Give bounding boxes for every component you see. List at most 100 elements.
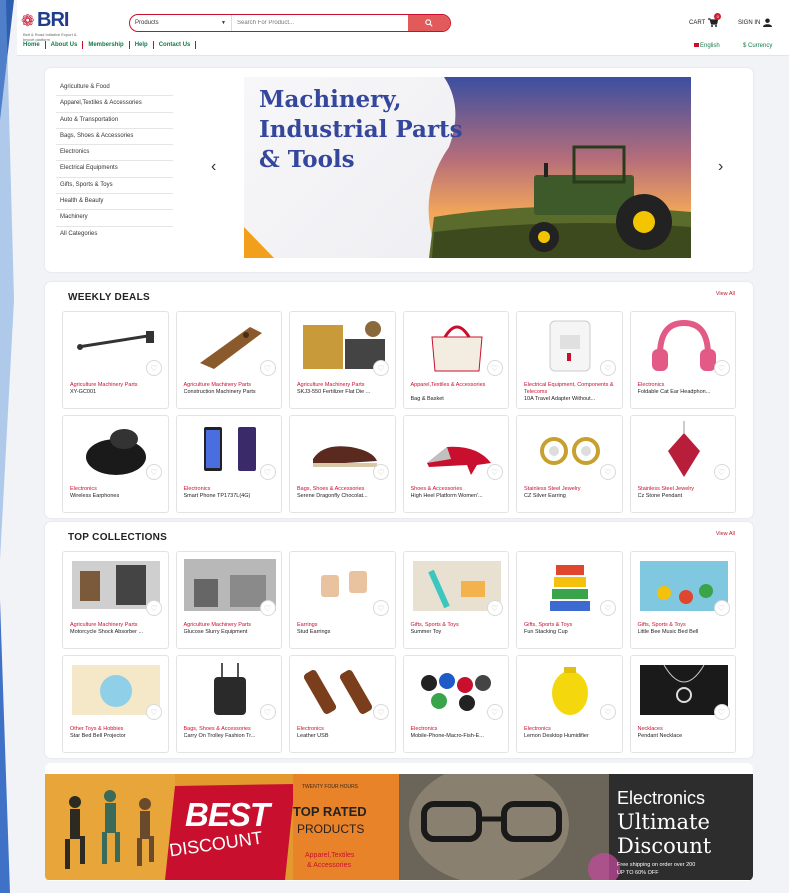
category-item[interactable]: Agriculture & Food [56, 80, 173, 97]
hero-section: Agriculture & Food Apparel,Textiles & Ac… [45, 68, 753, 272]
currency-selector[interactable]: $ Currency [743, 43, 772, 49]
brand-logo[interactable]: ❁ BRI Belt & Road Initiative Export & Im… [21, 9, 85, 42]
heart-icon[interactable]: ♡ [600, 464, 616, 480]
heart-icon[interactable]: ♡ [373, 464, 389, 480]
product-name: XY-GC001 [70, 389, 97, 395]
heart-icon[interactable]: ♡ [713, 600, 730, 616]
heart-icon[interactable]: ♡ [146, 464, 162, 480]
product-card[interactable]: ♡ Gifts, Sports & Toys Little Bee Music Be… [629, 551, 736, 649]
heart-icon[interactable]: ♡ [146, 600, 162, 616]
product-name: Leather USB [297, 733, 329, 739]
heart-icon[interactable]: ♡ [259, 600, 276, 616]
product-category: Agriculture Machinery Parts [70, 622, 138, 628]
carousel-next-arrow[interactable]: › [718, 158, 723, 176]
product-card[interactable]: ♡ Electronics Mobile-Phone-Macro-Fish-E... [402, 655, 509, 753]
product-card[interactable]: ♡ Electronics Lemon Desktop Humidifier [516, 655, 623, 753]
product-card[interactable]: ♡ Gifts, Sports & Toys Summer Toy [402, 551, 509, 649]
nav-membership[interactable]: Membership [83, 41, 130, 49]
nav-contact-us[interactable]: Contact Us [154, 41, 197, 49]
heart-icon[interactable]: ♡ [373, 360, 389, 376]
heart-icon[interactable]: ♡ [486, 704, 503, 720]
product-name: Fun Stacking Cup [524, 629, 568, 635]
product-grid: ♡ Agriculture Machinery Parts XY-GC001 ♡ Agr… [62, 311, 738, 513]
product-category: Agriculture Machinery Parts [183, 622, 252, 628]
nav-about-us[interactable]: About Us [46, 41, 84, 49]
product-card[interactable]: ♡ Other Toys & Hobbies Star Bed Bell Proje… [62, 655, 169, 753]
heart-icon[interactable]: ♡ [713, 704, 730, 720]
product-category: Electronics [183, 486, 211, 492]
product-card[interactable]: ♡ Agriculture Machinery Parts Motorcycle S… [62, 551, 169, 649]
nav-help[interactable]: Help [130, 41, 154, 49]
product-card[interactable]: ♡ Electronics Leather USB [289, 655, 396, 753]
product-category: Bags, Shoes & Accessories [183, 726, 251, 732]
search-input[interactable] [232, 15, 408, 31]
category-item[interactable]: Bags, Shoes & Accessories [56, 129, 173, 146]
product-name: Cz Stone Pendant [637, 493, 683, 499]
category-item[interactable]: Health & Beauty [56, 194, 173, 211]
product-card[interactable]: ♡ Electrical Equipment, Components & Tele… [516, 311, 623, 409]
view-all-link[interactable]: View All [716, 291, 735, 297]
best-discount-banner[interactable]: BEST DISCOUNT TWENTY FOUR HOURS TOP RATE… [45, 774, 399, 880]
product-category: Necklaces [637, 726, 663, 732]
heart-icon[interactable]: ♡ [146, 704, 162, 720]
carousel-prev-arrow[interactable]: ‹ [211, 158, 216, 176]
category-item[interactable]: Machinery [56, 210, 173, 227]
electronics-discount-banner[interactable]: Electronics Ultimate Discount Free shipp… [399, 774, 753, 880]
product-card[interactable]: ♡ Bags, Shoes & Accessories Carry On Troll… [175, 655, 282, 753]
category-item[interactable]: All Categories [56, 227, 173, 243]
product-card[interactable]: ♡ Agriculture Machinery Parts XY-GC001 [62, 311, 169, 409]
heart-icon[interactable]: ♡ [259, 704, 276, 720]
product-name: Smart Phone TP1737L(4G) [183, 493, 251, 499]
product-name: Serene Dragonfly Chocolat... [297, 493, 368, 499]
site-header: ❁ BRI Belt & Road Initiative Export & Im… [17, 0, 789, 56]
product-category: Stainless Steel Jewelry [524, 486, 581, 492]
category-item[interactable]: Electronics [56, 145, 173, 162]
heart-icon[interactable]: ♡ [373, 704, 389, 720]
product-card[interactable]: ♡ Electronics Foldable Cat Ear Headphon... [629, 311, 736, 409]
sign-in-button[interactable]: SIGN IN [738, 18, 773, 27]
product-card[interactable]: ♡ Necklaces Pendant Necklace [629, 655, 736, 753]
product-card[interactable]: ♡ Shoes & Accessories High Heel Platform W… [402, 415, 509, 513]
product-card[interactable]: ♡ Stainless Steel Jewelry CZ Silver Earrin… [516, 415, 623, 513]
product-card[interactable]: ♡ Stainless Steel Jewelry Cz Stone Pendant [629, 415, 736, 513]
category-item[interactable]: Gifts, Sports & Toys [56, 178, 173, 195]
product-name: SKJ3-550 Fertilizer Flat Die ... [297, 389, 371, 395]
product-card[interactable]: ♡ Agriculture Machinery Parts Glucose Slur… [175, 551, 282, 649]
product-card[interactable]: ♡ Gifts, Sports & Toys Fun Stacking Cup [516, 551, 623, 649]
product-category: Apparel,Textiles & Accessories [410, 382, 486, 388]
view-all-link[interactable]: View All [716, 531, 735, 537]
heart-icon[interactable]: ♡ [259, 464, 276, 480]
category-item[interactable]: Electrical Equipments [56, 161, 173, 178]
product-card[interactable]: ♡ Agriculture Machinery Parts SKJ3-550 Fer… [289, 311, 396, 409]
heart-icon[interactable]: ♡ [486, 360, 503, 376]
top-collections-section: TOP COLLECTIONS View All ♡ Agriculture Ma… [45, 522, 753, 758]
cart-button[interactable]: CART 0 [689, 13, 722, 27]
heart-icon[interactable]: ♡ [486, 600, 503, 616]
product-card[interactable]: ♡ Earrings Stud Earrings [289, 551, 396, 649]
category-item[interactable]: Auto & Transportation [56, 113, 173, 129]
language-selector[interactable]: English [694, 43, 720, 49]
product-card[interactable]: ♡ Bags, Shoes & Accessories Serene Dragonf… [289, 415, 396, 513]
nav-home[interactable]: Home [23, 41, 46, 49]
heart-icon[interactable]: ♡ [486, 464, 503, 480]
product-card[interactable]: ♡ Electronics Smart Phone TP1737L(4G) [175, 415, 282, 513]
heart-icon[interactable]: ♡ [146, 360, 162, 376]
product-category: Shoes & Accessories [410, 486, 463, 492]
product-card[interactable]: ♡ Apparel,Textiles & Accessories Bag & Bas… [402, 311, 509, 409]
hero-banner[interactable]: Machinery, Industrial Parts & Tools [244, 77, 691, 258]
heart-icon[interactable]: ♡ [259, 360, 276, 376]
product-card[interactable]: ♡ Electronics Wireless Earphones [62, 415, 169, 513]
heart-icon[interactable]: ♡ [713, 360, 730, 376]
product-card[interactable]: ♡ Agriculture Machinery Parts Construction… [175, 311, 282, 409]
category-item[interactable]: Apparel,Textiles & Accessories [56, 96, 173, 113]
heart-icon[interactable]: ♡ [600, 600, 616, 616]
product-name: Mobile-Phone-Macro-Fish-E... [410, 733, 484, 739]
heart-icon[interactable]: ♡ [713, 464, 730, 480]
search-button[interactable] [408, 15, 450, 31]
product-category: Electronics [524, 726, 551, 732]
weekly-deals-section: WEEKLY DEALS View All ♡ Agriculture Machi… [45, 282, 753, 518]
heart-icon[interactable]: ♡ [600, 360, 616, 376]
search-category-select[interactable]: Products ▼ [130, 15, 232, 31]
heart-icon[interactable]: ♡ [600, 704, 616, 720]
heart-icon[interactable]: ♡ [373, 600, 389, 616]
